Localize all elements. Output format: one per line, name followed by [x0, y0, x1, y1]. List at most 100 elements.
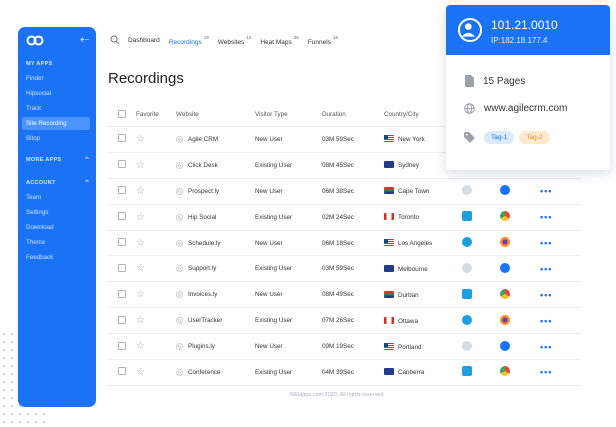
favorite-star-icon[interactable]: ☆: [136, 341, 145, 352]
table-row[interactable]: ☆ ↻ Conference Existing User 04M 39Sec Canber…: [108, 360, 581, 386]
tag-chip[interactable]: Tag-2: [519, 131, 550, 144]
tab-heat-maps[interactable]: Heat Maps26: [260, 35, 298, 46]
favorite-star-icon[interactable]: ☆: [136, 134, 145, 145]
more-options-icon[interactable]: •••: [540, 290, 552, 300]
more-options-icon[interactable]: •••: [540, 264, 552, 274]
page-title: Recordings: [108, 70, 184, 87]
visitor-ip-secondary: IP:182.18.177.4: [491, 36, 548, 45]
tag-chip[interactable]: Tag-1: [484, 131, 515, 144]
ca-flag-icon: [384, 316, 394, 324]
more-options-icon[interactable]: •••: [540, 186, 552, 196]
sidebar-item-hipsocial[interactable]: Hipsocial: [26, 90, 51, 97]
table-row[interactable]: ☆ ↻ Schedule.ly New User 06M 18Sec Los Angele…: [108, 231, 581, 257]
website-name[interactable]: UserTracker: [188, 317, 222, 324]
sidebar-item-track[interactable]: Track: [26, 105, 41, 112]
us-flag-icon: [384, 239, 394, 246]
duration: 04M 39Sec: [322, 368, 354, 376]
tab-label: Recordings: [168, 38, 202, 46]
row-checkbox[interactable]: [118, 134, 126, 143]
more-options-icon[interactable]: •••: [540, 238, 552, 248]
website-name[interactable]: Plugins.ly: [188, 343, 215, 350]
tab-recordings[interactable]: Recordings19: [169, 35, 209, 46]
select-all-checkbox[interactable]: [118, 109, 126, 118]
section-more-apps[interactable]: MORE APPS ⌃: [26, 157, 90, 164]
chevron-up-icon: ⌃: [84, 180, 91, 187]
table-row[interactable]: ☆ ↻ UserTracker Existing User 07M 26Sec Ottaw…: [108, 308, 581, 335]
tag-icon: [464, 132, 475, 143]
duration: 06M 18Sec: [322, 239, 354, 247]
website-name[interactable]: Schedule.ly: [188, 240, 221, 247]
website-name[interactable]: Invoices.ly: [188, 291, 217, 298]
user-avatar-icon: [458, 18, 482, 42]
visitor-ip: 101.21.0010: [491, 18, 558, 32]
row-checkbox[interactable]: [118, 212, 126, 221]
table-row[interactable]: ☆ ↻ Support.ly Existing User 03M 59Sec Melbou…: [108, 256, 581, 283]
site-url[interactable]: www.agilecrm.com: [484, 103, 567, 114]
tab-count: 16: [332, 34, 338, 40]
table-row[interactable]: ☆ ↻ Hip Social Existing User 02M 24Sec Toront…: [108, 205, 581, 231]
sidebar-item-theme[interactable]: Theme: [26, 239, 45, 246]
header-website[interactable]: Website: [176, 111, 255, 118]
collapse-arrow-icon[interactable]: ⇠: [80, 33, 89, 46]
row-checkbox[interactable]: [118, 263, 126, 272]
website-name[interactable]: Hip Social: [188, 214, 216, 221]
website-name[interactable]: Support.ly: [188, 265, 216, 272]
sidebar-item-bitop[interactable]: Bitop: [26, 135, 40, 142]
favorite-star-icon[interactable]: ☆: [136, 238, 145, 249]
duration: 03M 59Sec: [322, 135, 354, 143]
row-checkbox[interactable]: [118, 160, 126, 169]
favorite-star-icon[interactable]: ☆: [136, 160, 145, 171]
search-icon[interactable]: [110, 35, 120, 45]
favorite-star-icon[interactable]: ☆: [136, 186, 145, 197]
visitor-type: Existing User: [255, 213, 293, 221]
site-favicon-icon: ↻: [176, 213, 183, 221]
table-row[interactable]: ☆ ↻ Prospect.ly New User 06M 38Sec Cape Town •…: [108, 179, 581, 205]
tab-funnels[interactable]: Funnels16: [308, 35, 338, 46]
site-favicon-icon: ↻: [176, 161, 183, 169]
row-checkbox[interactable]: [118, 341, 126, 350]
header-duration[interactable]: Duration: [322, 111, 384, 118]
favorite-star-icon[interactable]: ☆: [136, 263, 145, 274]
sidebar-item-download[interactable]: Download: [26, 224, 54, 231]
row-checkbox[interactable]: [118, 238, 126, 246]
sidebar-item-finder[interactable]: Finder: [26, 75, 44, 82]
section-my-apps[interactable]: MY APPS: [26, 61, 53, 67]
section-account[interactable]: ACCOUNT ⌃: [26, 180, 90, 187]
website-name[interactable]: Conference: [188, 369, 221, 376]
sidebar-item-feedback[interactable]: Feedback: [26, 254, 53, 261]
row-checkbox[interactable]: [118, 367, 126, 376]
sidebar-item-settings[interactable]: Settings: [26, 209, 48, 216]
page: ⇠ MY APPS Finder Hipsocial Track Site Re…: [0, 0, 616, 427]
tab-dashboard[interactable]: Dashboard: [128, 37, 160, 44]
row-checkbox[interactable]: [118, 315, 126, 324]
pages-line: 15 Pages: [464, 75, 525, 87]
duration: 06M 38Sec: [322, 187, 354, 195]
website-name[interactable]: Click Desk: [188, 162, 218, 169]
more-options-icon[interactable]: •••: [540, 212, 552, 222]
table-row[interactable]: ☆ ↻ Invoices.ly New User 08M 49Sec Durban •••: [108, 282, 581, 309]
row-checkbox[interactable]: [118, 186, 126, 195]
globe-icon: [464, 103, 475, 114]
duration: 07M 26Sec: [322, 317, 354, 325]
top-nav: Dashboard Recordings19 Websites12 Heat M…: [110, 33, 347, 47]
favorite-star-icon[interactable]: ☆: [136, 212, 145, 223]
more-options-icon[interactable]: •••: [540, 367, 552, 377]
tab-websites[interactable]: Websites12: [218, 35, 252, 46]
favorite-star-icon[interactable]: ☆: [136, 289, 145, 300]
row-checkbox[interactable]: [118, 289, 126, 298]
city: Ottawa: [398, 317, 418, 325]
sidebar-item-site-recording[interactable]: Site Recording: [22, 117, 90, 130]
favorite-star-icon[interactable]: ☆: [136, 315, 145, 326]
website-name[interactable]: Prospect.ly: [188, 188, 219, 195]
sidebar-item-team[interactable]: Team: [26, 194, 41, 201]
more-options-icon[interactable]: •••: [540, 342, 552, 352]
city: Canberra: [398, 369, 425, 377]
favorite-star-icon[interactable]: ☆: [136, 367, 145, 378]
city: Toronto: [398, 214, 420, 222]
header-visitor-type[interactable]: Visitor Type: [255, 111, 322, 118]
table-row[interactable]: ☆ ↻ Plugins.ly New User 09M 19Sec Portland •••: [108, 334, 581, 361]
header-favorite[interactable]: Favorite: [136, 111, 176, 118]
website-name[interactable]: Agile CRM: [188, 136, 218, 143]
more-options-icon[interactable]: •••: [540, 316, 552, 326]
tags-line: Tag-1 Tag-2: [464, 131, 555, 144]
